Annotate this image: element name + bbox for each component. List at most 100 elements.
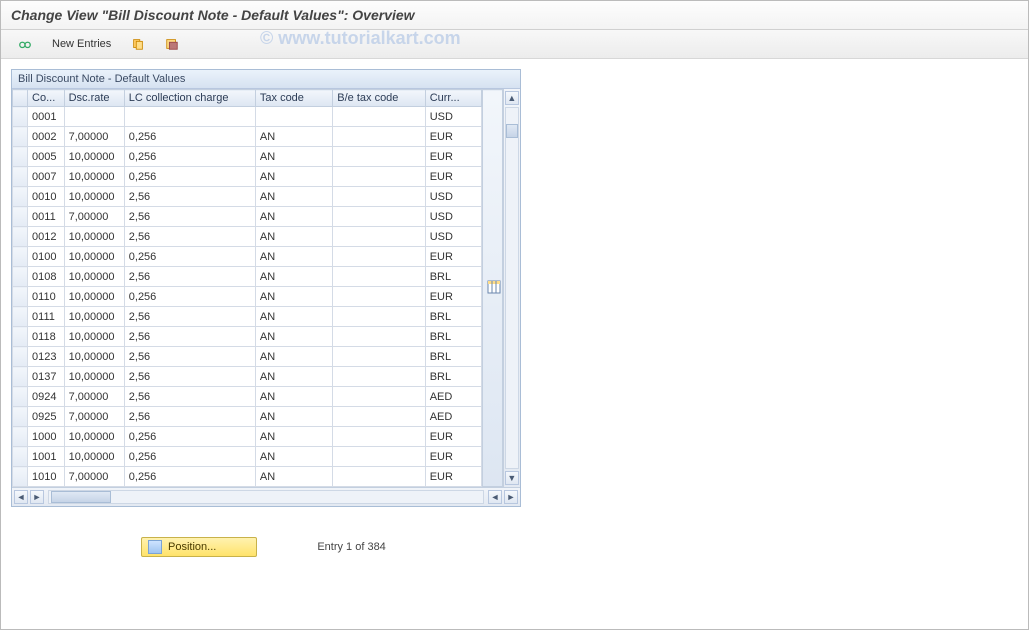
cell-be-tax-code[interactable] — [333, 207, 425, 227]
table-row[interactable]: 100110,000000,256ANEUR — [13, 447, 482, 467]
cell-currency[interactable]: USD — [425, 207, 481, 227]
cell-tax-code[interactable]: AN — [255, 347, 332, 367]
table-row[interactable]: 012310,000002,56ANBRL — [13, 347, 482, 367]
cell-currency[interactable]: EUR — [425, 447, 481, 467]
cell-tax-code[interactable]: AN — [255, 407, 332, 427]
col-currency[interactable]: Curr... — [425, 90, 481, 107]
cell-currency[interactable]: BRL — [425, 367, 481, 387]
cell-be-tax-code[interactable] — [333, 387, 425, 407]
row-selector[interactable] — [13, 447, 28, 467]
cell-lc-charge[interactable] — [124, 107, 255, 127]
cell-currency[interactable]: EUR — [425, 287, 481, 307]
table-row[interactable]: 09257,000002,56ANAED — [13, 407, 482, 427]
cell-company[interactable]: 0123 — [28, 347, 65, 367]
cell-company[interactable]: 0925 — [28, 407, 65, 427]
cell-be-tax-code[interactable] — [333, 267, 425, 287]
configure-columns-button[interactable] — [482, 90, 502, 487]
cell-lc-charge[interactable]: 0,256 — [124, 127, 255, 147]
row-selector[interactable] — [13, 207, 28, 227]
row-selector[interactable] — [13, 327, 28, 347]
cell-be-tax-code[interactable] — [333, 247, 425, 267]
table-row[interactable]: 011110,000002,56ANBRL — [13, 307, 482, 327]
cell-tax-code[interactable]: AN — [255, 367, 332, 387]
cell-be-tax-code[interactable] — [333, 367, 425, 387]
row-selector[interactable] — [13, 267, 28, 287]
cell-company[interactable]: 0011 — [28, 207, 65, 227]
cell-currency[interactable]: EUR — [425, 467, 481, 487]
scroll-right-button[interactable]: ► — [30, 490, 44, 504]
col-lc-charge[interactable]: LC collection charge — [124, 90, 255, 107]
cell-company[interactable]: 0002 — [28, 127, 65, 147]
cell-company[interactable]: 0012 — [28, 227, 65, 247]
table-row[interactable]: 00117,000002,56ANUSD — [13, 207, 482, 227]
cell-currency[interactable]: BRL — [425, 327, 481, 347]
table-row[interactable]: 000510,000000,256ANEUR — [13, 147, 482, 167]
cell-company[interactable]: 1010 — [28, 467, 65, 487]
cell-be-tax-code[interactable] — [333, 427, 425, 447]
vscroll-track[interactable] — [505, 107, 519, 469]
cell-dsc-rate[interactable] — [64, 107, 124, 127]
cell-dsc-rate[interactable]: 7,00000 — [64, 387, 124, 407]
cell-dsc-rate[interactable]: 10,00000 — [64, 327, 124, 347]
cell-lc-charge[interactable]: 2,56 — [124, 267, 255, 287]
cell-company[interactable]: 0924 — [28, 387, 65, 407]
cell-lc-charge[interactable]: 0,256 — [124, 147, 255, 167]
cell-currency[interactable]: AED — [425, 387, 481, 407]
table-row[interactable]: 010010,000000,256ANEUR — [13, 247, 482, 267]
cell-tax-code[interactable]: AN — [255, 287, 332, 307]
table-row[interactable]: 011810,000002,56ANBRL — [13, 327, 482, 347]
cell-dsc-rate[interactable]: 10,00000 — [64, 367, 124, 387]
table-row[interactable]: 011010,000000,256ANEUR — [13, 287, 482, 307]
table-row[interactable]: 001210,000002,56ANUSD — [13, 227, 482, 247]
cell-currency[interactable]: USD — [425, 227, 481, 247]
cell-lc-charge[interactable]: 2,56 — [124, 407, 255, 427]
cell-company[interactable]: 0010 — [28, 187, 65, 207]
row-selector[interactable] — [13, 427, 28, 447]
table-row[interactable]: 00027,000000,256ANEUR — [13, 127, 482, 147]
cell-be-tax-code[interactable] — [333, 467, 425, 487]
cell-tax-code[interactable]: AN — [255, 387, 332, 407]
cell-company[interactable]: 0118 — [28, 327, 65, 347]
scroll-up-button[interactable]: ▲ — [505, 91, 519, 105]
scroll-right-end-button[interactable]: ► — [504, 490, 518, 504]
hscroll-thumb[interactable] — [51, 491, 111, 503]
cell-tax-code[interactable]: AN — [255, 427, 332, 447]
cell-lc-charge[interactable]: 2,56 — [124, 187, 255, 207]
table-row[interactable]: 0001USD — [13, 107, 482, 127]
cell-dsc-rate[interactable]: 10,00000 — [64, 287, 124, 307]
cell-currency[interactable]: EUR — [425, 427, 481, 447]
cell-lc-charge[interactable]: 0,256 — [124, 467, 255, 487]
row-selector-header[interactable] — [13, 90, 28, 107]
cell-tax-code[interactable]: AN — [255, 267, 332, 287]
cell-be-tax-code[interactable] — [333, 227, 425, 247]
cell-tax-code[interactable]: AN — [255, 447, 332, 467]
cell-dsc-rate[interactable]: 10,00000 — [64, 447, 124, 467]
cell-company[interactable]: 0108 — [28, 267, 65, 287]
row-selector[interactable] — [13, 307, 28, 327]
cell-company[interactable]: 1001 — [28, 447, 65, 467]
cell-dsc-rate[interactable]: 10,00000 — [64, 307, 124, 327]
table-row[interactable]: 010810,000002,56ANBRL — [13, 267, 482, 287]
col-company[interactable]: Co... — [28, 90, 65, 107]
cell-lc-charge[interactable]: 2,56 — [124, 327, 255, 347]
col-dsc-rate[interactable]: Dsc.rate — [64, 90, 124, 107]
scroll-left-button[interactable]: ◄ — [14, 490, 28, 504]
cell-company[interactable]: 0137 — [28, 367, 65, 387]
cell-dsc-rate[interactable]: 10,00000 — [64, 247, 124, 267]
table-row[interactable]: 000710,000000,256ANEUR — [13, 167, 482, 187]
cell-be-tax-code[interactable] — [333, 327, 425, 347]
cell-be-tax-code[interactable] — [333, 107, 425, 127]
cell-currency[interactable]: USD — [425, 107, 481, 127]
cell-lc-charge[interactable]: 2,56 — [124, 227, 255, 247]
row-selector[interactable] — [13, 107, 28, 127]
cell-lc-charge[interactable]: 0,256 — [124, 247, 255, 267]
cell-dsc-rate[interactable]: 7,00000 — [64, 407, 124, 427]
cell-dsc-rate[interactable]: 7,00000 — [64, 467, 124, 487]
cell-be-tax-code[interactable] — [333, 447, 425, 467]
cell-be-tax-code[interactable] — [333, 167, 425, 187]
cell-lc-charge[interactable]: 2,56 — [124, 207, 255, 227]
cell-dsc-rate[interactable]: 10,00000 — [64, 187, 124, 207]
row-selector[interactable] — [13, 407, 28, 427]
table-row[interactable]: 10107,000000,256ANEUR — [13, 467, 482, 487]
row-selector[interactable] — [13, 187, 28, 207]
